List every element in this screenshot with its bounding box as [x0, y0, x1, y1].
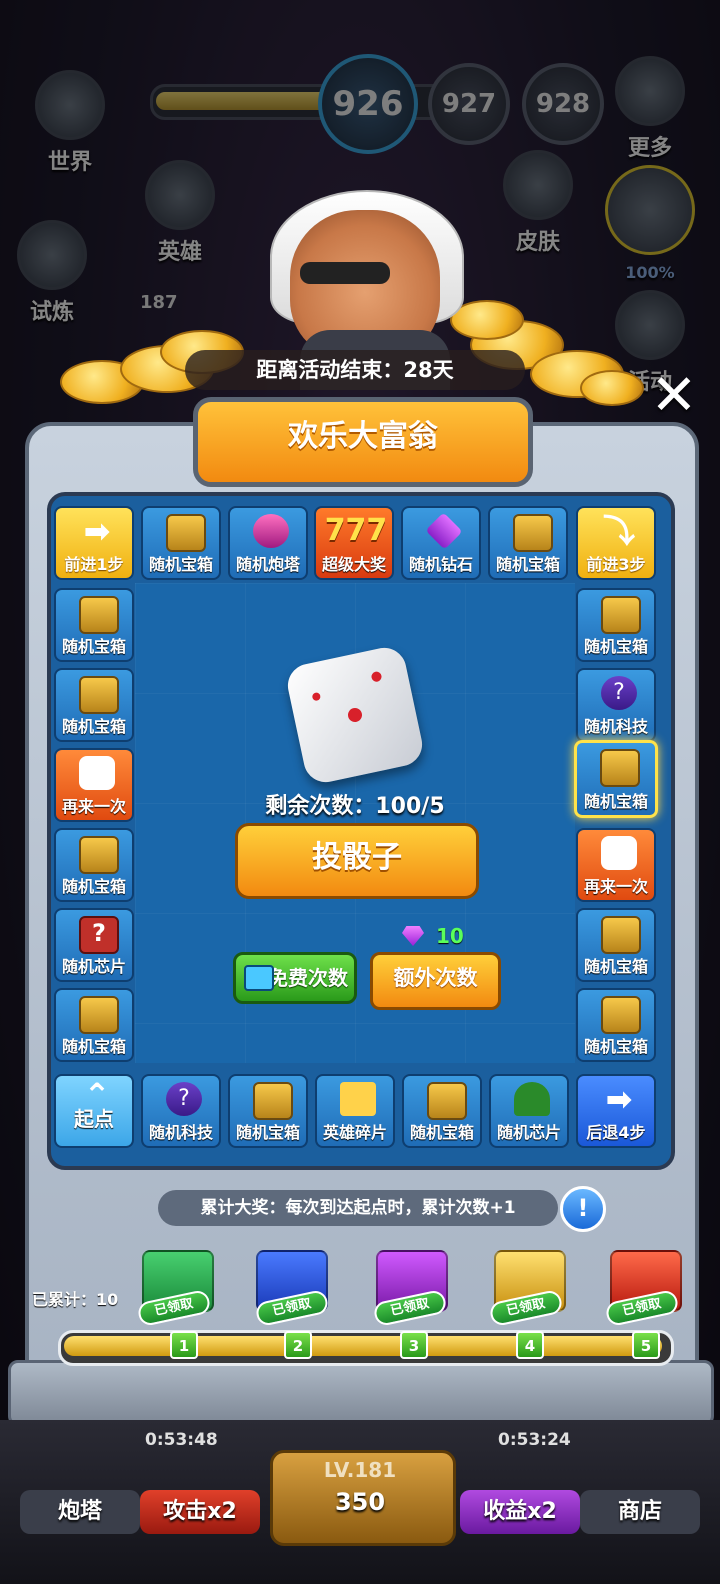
tile-random-chip: ? 随机芯片 [54, 908, 134, 982]
tile-random-chest: 随机宝箱 [576, 588, 656, 662]
tile-random-chest: 随机宝箱 [141, 506, 221, 580]
chest-icon [601, 596, 641, 634]
close-icon[interactable]: ✕ [648, 368, 700, 424]
attack-boost-timer: 0:53:48 [145, 1430, 218, 1450]
income-boost-button[interactable]: 收益x2 [460, 1490, 580, 1534]
chest-icon [166, 514, 206, 552]
chest-icon [253, 1082, 293, 1120]
chest-icon [600, 749, 640, 787]
diamond-icon [425, 512, 463, 550]
tv-ad-icon [244, 965, 274, 991]
tile-random-turret: 随机炮塔 [228, 506, 308, 580]
sunglasses-icon [300, 262, 390, 284]
event-end-countdown: 距离活动结束：28天 [185, 350, 525, 390]
event-title: 欢乐大富翁 [193, 397, 533, 487]
tile-random-chest: 随机宝箱 [54, 668, 134, 742]
chest-icon [513, 514, 553, 552]
tile-forward-3: ⤵ 前进3步 [576, 506, 656, 580]
tile-random-chest: 随机宝箱 [54, 588, 134, 662]
roll-dice-button[interactable]: 投骰子 [235, 823, 479, 899]
reward-progress-fill [64, 1336, 662, 1356]
arrow-right-icon: ➡ [605, 1080, 633, 1118]
mystery-chip-icon: ? [79, 916, 119, 954]
tile-random-chest: 随机宝箱 [576, 988, 656, 1062]
tile-random-chest: 随机宝箱 [488, 506, 568, 580]
free-rolls-button[interactable]: 免费次数 [233, 952, 357, 1004]
milestone-marker: 1 [170, 1331, 198, 1359]
tile-forward-1: ➡ 前进1步 [54, 506, 134, 580]
tile-random-chest: 随机宝箱 [576, 908, 656, 982]
info-icon[interactable]: ! [560, 1186, 606, 1232]
seven-seven-seven-icon: 777 [324, 513, 388, 548]
tile-random-tech: ? 随机科技 [141, 1074, 221, 1148]
chest-icon [601, 916, 641, 954]
extra-rolls-button[interactable]: 额外次数 [370, 952, 501, 1010]
tile-super-jackpot: 777 超级大奖 [314, 506, 394, 580]
tech-hexagon-icon: ? [166, 1082, 202, 1116]
chest-icon [79, 596, 119, 634]
tile-hero-fragment: 英雄碎片 [315, 1074, 395, 1148]
turret-button[interactable]: 炮塔 [20, 1490, 140, 1534]
tile-random-diamond: 随机钻石 [401, 506, 481, 580]
tile-roll-again: 再来一次 [54, 748, 134, 822]
tile-random-chest: 随机宝箱 [228, 1074, 308, 1148]
remaining-rolls: 剩余次数：100/5 [265, 794, 445, 819]
chest-icon [427, 1082, 467, 1120]
tile-random-chest-current: 随机宝箱 [574, 740, 658, 818]
dice-icon [283, 643, 427, 787]
tile-random-chest: 随机宝箱 [54, 988, 134, 1062]
milestone-marker: 4 [516, 1331, 544, 1359]
arrow-turn-down-icon: ⤵ [602, 512, 635, 550]
coin-count: 350 [334, 1488, 386, 1516]
milestone-marker: 5 [632, 1331, 660, 1359]
helmet-chip-icon [514, 1082, 550, 1116]
chest-icon [79, 836, 119, 874]
attack-boost-button[interactable]: 攻击x2 [140, 1490, 260, 1534]
player-level: LV.181 [323, 1458, 397, 1482]
tile-random-chest: 随机宝箱 [54, 828, 134, 902]
turret-icon [253, 514, 289, 548]
extra-cost: 10 [402, 924, 472, 950]
dice-icon [79, 756, 115, 790]
chest-icon [79, 996, 119, 1034]
tile-start: ⌃ 起点 [54, 1074, 134, 1148]
arrow-right-icon: ➡ [83, 512, 111, 550]
chest-icon [601, 996, 641, 1034]
chest-icon [79, 676, 119, 714]
tile-random-chest: 随机宝箱 [402, 1074, 482, 1148]
accumulated-count: 已累计：10 [32, 1290, 119, 1309]
milestone-marker: 3 [400, 1331, 428, 1359]
milestone-marker: 2 [284, 1331, 312, 1359]
tile-roll-again: 再来一次 [576, 828, 656, 902]
puzzle-piece-icon [340, 1082, 376, 1116]
tile-random-tech: ? 随机科技 [576, 668, 656, 742]
gem-icon [402, 926, 424, 946]
tile-random-chip: 随机芯片 [489, 1074, 569, 1148]
tech-cube-icon: ? [601, 676, 637, 710]
tile-back-4: ➡ 后退4步 [576, 1074, 656, 1148]
shop-button[interactable]: 商店 [580, 1490, 700, 1534]
income-boost-timer: 0:53:24 [498, 1430, 571, 1450]
accumulation-banner: 累计大奖：每次到达起点时，累计次数+1 [158, 1190, 558, 1226]
panel-base [8, 1360, 714, 1426]
dice-icon [601, 836, 637, 870]
